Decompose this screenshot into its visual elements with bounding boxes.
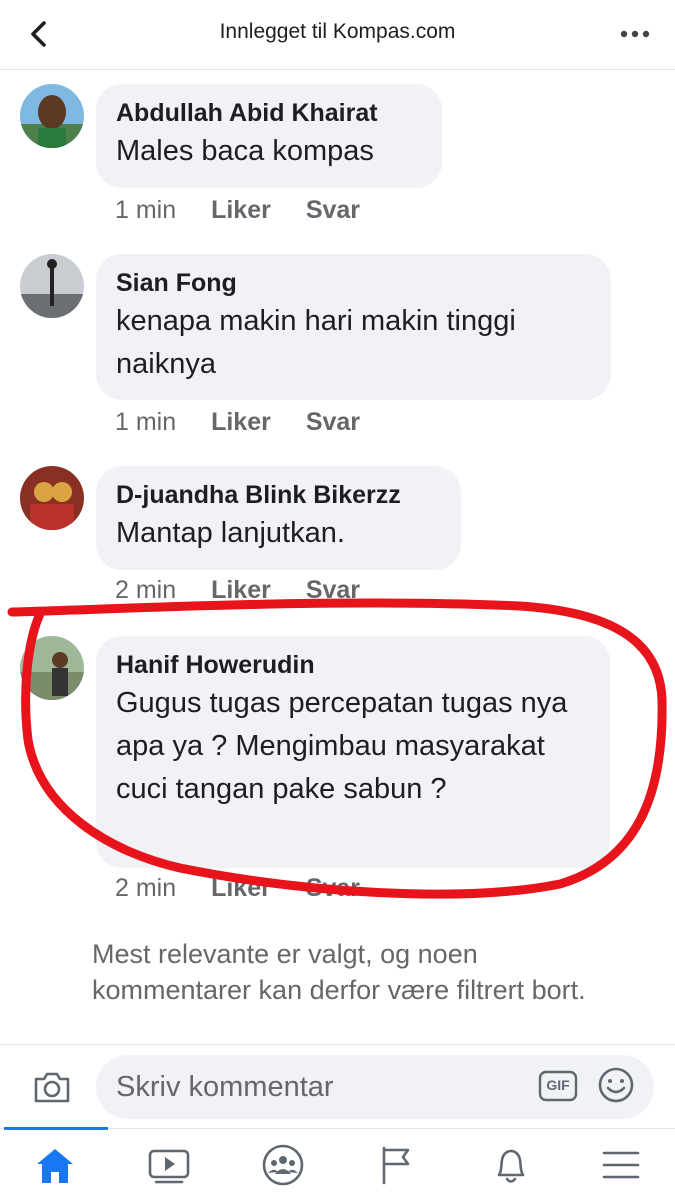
comment-time[interactable]: 1 min bbox=[115, 196, 176, 225]
comment-text: kenapa makin hari makin tinggi naiknya bbox=[116, 305, 516, 380]
reply-button[interactable]: Svar bbox=[306, 408, 360, 437]
active-tab-indicator bbox=[4, 1127, 108, 1130]
comment-actions: 1 min Liker Svar bbox=[115, 408, 388, 437]
more-options-button[interactable] bbox=[617, 20, 653, 48]
reply-button[interactable]: Svar bbox=[306, 576, 360, 605]
avatar[interactable] bbox=[20, 84, 84, 148]
like-button[interactable]: Liker bbox=[211, 196, 271, 225]
smiley-icon bbox=[598, 1067, 634, 1103]
comment-bubble[interactable]: Hanif Howerudin Gugus tugas percepatan t… bbox=[96, 636, 610, 868]
reply-button[interactable]: Svar bbox=[306, 874, 360, 903]
top-bar: Innlegget til Kompas.com bbox=[0, 0, 675, 70]
avatar[interactable] bbox=[20, 636, 84, 700]
comment-author[interactable]: Sian Fong bbox=[116, 266, 589, 300]
flag-icon bbox=[382, 1146, 410, 1185]
comment-bubble[interactable]: Abdullah Abid Khairat Males baca kompas bbox=[96, 84, 442, 188]
home-icon bbox=[37, 1149, 73, 1183]
reply-button[interactable]: Svar bbox=[306, 196, 360, 225]
relevance-filter-note: Mest relevante er valgt, og noen komment… bbox=[92, 939, 586, 1005]
comment-actions: 1 min Liker Svar bbox=[115, 196, 388, 225]
avatar[interactable] bbox=[20, 254, 84, 318]
avatar[interactable] bbox=[20, 466, 84, 530]
comment-actions: 2 min Liker Svar bbox=[115, 576, 388, 605]
menu-icon bbox=[602, 1151, 640, 1179]
comment-text: Gugus tugas percepatan tugas nya apa ya … bbox=[116, 687, 568, 805]
like-button[interactable]: Liker bbox=[211, 874, 271, 903]
comment-time[interactable]: 2 min bbox=[115, 874, 176, 903]
comment-time[interactable]: 2 min bbox=[115, 576, 176, 605]
groups-icon bbox=[262, 1144, 304, 1186]
tab-groups[interactable] bbox=[258, 1143, 308, 1187]
comment-author[interactable]: Hanif Howerudin bbox=[116, 648, 588, 682]
like-button[interactable]: Liker bbox=[211, 576, 271, 605]
emoji-button[interactable] bbox=[596, 1065, 636, 1105]
bell-icon bbox=[497, 1149, 525, 1183]
tab-home[interactable] bbox=[30, 1143, 80, 1187]
comment-bubble[interactable]: Sian Fong kenapa makin hari makin tinggi… bbox=[96, 254, 611, 400]
gif-button[interactable]: GIF bbox=[538, 1069, 578, 1103]
bottom-tab-bar bbox=[0, 1127, 675, 1200]
comment-text: Males baca kompas bbox=[116, 135, 374, 167]
tab-pages[interactable] bbox=[372, 1143, 422, 1187]
camera-button[interactable] bbox=[30, 1065, 74, 1109]
video-icon bbox=[148, 1149, 190, 1184]
tab-menu[interactable] bbox=[596, 1143, 646, 1187]
tab-video[interactable] bbox=[144, 1143, 194, 1187]
comment-composer: GIF bbox=[0, 1044, 675, 1130]
camera-icon bbox=[34, 1072, 70, 1103]
like-button[interactable]: Liker bbox=[211, 408, 271, 437]
comment-author[interactable]: Abdullah Abid Khairat bbox=[116, 96, 420, 130]
comment-time[interactable]: 1 min bbox=[115, 408, 176, 437]
tab-notifications[interactable] bbox=[486, 1143, 536, 1187]
comment-bubble[interactable]: D-juandha Blink Bikerzz Mantap lanjutkan… bbox=[96, 466, 461, 570]
comment-author[interactable]: D-juandha Blink Bikerzz bbox=[116, 478, 439, 512]
comment-text: Mantap lanjutkan. bbox=[116, 517, 345, 549]
more-horizontal-icon bbox=[620, 30, 650, 38]
page-title: Innlegget til Kompas.com bbox=[219, 20, 456, 43]
comment-actions: 2 min Liker Svar bbox=[115, 874, 388, 903]
gif-label: GIF bbox=[546, 1077, 570, 1093]
